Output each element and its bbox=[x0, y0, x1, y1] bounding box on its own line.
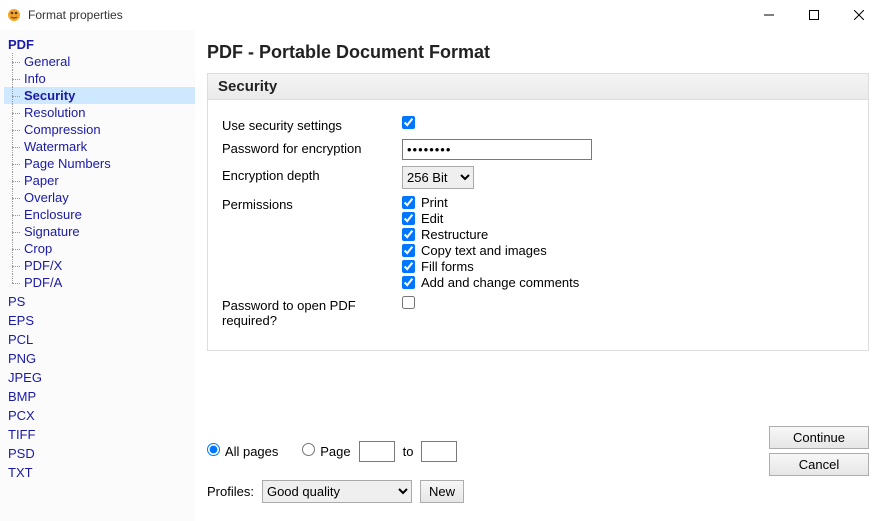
profiles-select[interactable]: Good quality bbox=[262, 480, 412, 503]
app-icon bbox=[6, 7, 22, 23]
sidebar-item-pdf-a[interactable]: PDF/A bbox=[4, 274, 195, 291]
permission-label: Edit bbox=[421, 211, 443, 226]
permission-checkbox[interactable] bbox=[402, 260, 415, 273]
sidebar-item-resolution[interactable]: Resolution bbox=[4, 104, 195, 121]
permission-label: Print bbox=[421, 195, 448, 210]
sidebar-format-pcx[interactable]: PCX bbox=[4, 407, 195, 424]
panel-header: Security bbox=[208, 74, 868, 100]
permission-restructure[interactable]: Restructure bbox=[402, 227, 854, 242]
scope-page[interactable]: Page bbox=[302, 443, 351, 459]
sidebar-root-pdf[interactable]: PDF bbox=[4, 36, 195, 53]
cancel-button[interactable]: Cancel bbox=[769, 453, 869, 476]
window-title: Format properties bbox=[28, 8, 123, 22]
permission-copy-text-and-images[interactable]: Copy text and images bbox=[402, 243, 854, 258]
minimize-button[interactable] bbox=[746, 0, 791, 30]
sidebar-item-watermark[interactable]: Watermark bbox=[4, 138, 195, 155]
sidebar-format-jpeg[interactable]: JPEG bbox=[4, 369, 195, 386]
maximize-button[interactable] bbox=[791, 0, 836, 30]
all-pages-label: All pages bbox=[225, 444, 278, 459]
permission-edit[interactable]: Edit bbox=[402, 211, 854, 226]
main-content: PDF - Portable Document Format Security … bbox=[195, 30, 881, 521]
new-profile-button[interactable]: New bbox=[420, 480, 464, 503]
permission-checkbox[interactable] bbox=[402, 212, 415, 225]
titlebar: Format properties bbox=[0, 0, 881, 30]
sidebar-format-psd[interactable]: PSD bbox=[4, 445, 195, 462]
permissions-label: Permissions bbox=[222, 195, 402, 212]
to-label: to bbox=[403, 444, 414, 459]
sidebar-item-enclosure[interactable]: Enclosure bbox=[4, 206, 195, 223]
sidebar-format-txt[interactable]: TXT bbox=[4, 464, 195, 481]
sidebar-item-overlay[interactable]: Overlay bbox=[4, 189, 195, 206]
sidebar-format-ps[interactable]: PS bbox=[4, 293, 195, 310]
permission-add-and-change-comments[interactable]: Add and change comments bbox=[402, 275, 854, 290]
all-pages-radio[interactable] bbox=[207, 443, 220, 456]
scope-all-pages[interactable]: All pages bbox=[207, 443, 278, 459]
permission-print[interactable]: Print bbox=[402, 195, 854, 210]
sidebar-format-bmp[interactable]: BMP bbox=[4, 388, 195, 405]
encryption-depth-select[interactable]: 256 Bit bbox=[402, 166, 474, 189]
sidebar-item-info[interactable]: Info bbox=[4, 70, 195, 87]
sidebar-format-pcl[interactable]: PCL bbox=[4, 331, 195, 348]
sidebar-item-pdf-x[interactable]: PDF/X bbox=[4, 257, 195, 274]
sidebar-item-paper[interactable]: Paper bbox=[4, 172, 195, 189]
use-security-checkbox[interactable] bbox=[402, 116, 415, 129]
sidebar-format-tiff[interactable]: TIFF bbox=[4, 426, 195, 443]
sidebar-item-page-numbers[interactable]: Page Numbers bbox=[4, 155, 195, 172]
sidebar-item-crop[interactable]: Crop bbox=[4, 240, 195, 257]
sidebar-item-general[interactable]: General bbox=[4, 53, 195, 70]
permission-label: Restructure bbox=[421, 227, 488, 242]
permission-checkbox[interactable] bbox=[402, 244, 415, 257]
page-label: Page bbox=[320, 444, 350, 459]
permission-fill-forms[interactable]: Fill forms bbox=[402, 259, 854, 274]
password-encryption-input[interactable] bbox=[402, 139, 592, 160]
sidebar-format-eps[interactable]: EPS bbox=[4, 312, 195, 329]
sidebar-format-png[interactable]: PNG bbox=[4, 350, 195, 367]
page-to-input[interactable] bbox=[421, 441, 457, 462]
footer: All pages Page to Continue Cancel Profil… bbox=[207, 406, 869, 513]
permission-checkbox[interactable] bbox=[402, 276, 415, 289]
continue-button[interactable]: Continue bbox=[769, 426, 869, 449]
sidebar-item-signature[interactable]: Signature bbox=[4, 223, 195, 240]
open-password-checkbox[interactable] bbox=[402, 296, 415, 309]
use-security-label: Use security settings bbox=[222, 116, 402, 133]
security-panel: Security Use security settings Password … bbox=[207, 73, 869, 351]
sidebar: PDFGeneralInfoSecurityResolutionCompress… bbox=[0, 30, 195, 521]
permission-label: Fill forms bbox=[421, 259, 474, 274]
permission-checkbox[interactable] bbox=[402, 228, 415, 241]
permission-checkbox[interactable] bbox=[402, 196, 415, 209]
profiles-label: Profiles: bbox=[207, 484, 254, 499]
open-password-label: Password to open PDF required? bbox=[222, 296, 402, 328]
permission-label: Copy text and images bbox=[421, 243, 547, 258]
sidebar-item-compression[interactable]: Compression bbox=[4, 121, 195, 138]
password-encryption-label: Password for encryption bbox=[222, 139, 402, 156]
page-radio[interactable] bbox=[302, 443, 315, 456]
sidebar-item-security[interactable]: Security bbox=[4, 87, 195, 104]
page-title: PDF - Portable Document Format bbox=[207, 42, 869, 63]
permission-label: Add and change comments bbox=[421, 275, 579, 290]
page-from-input[interactable] bbox=[359, 441, 395, 462]
close-button[interactable] bbox=[836, 0, 881, 30]
encryption-depth-label: Encryption depth bbox=[222, 166, 402, 183]
